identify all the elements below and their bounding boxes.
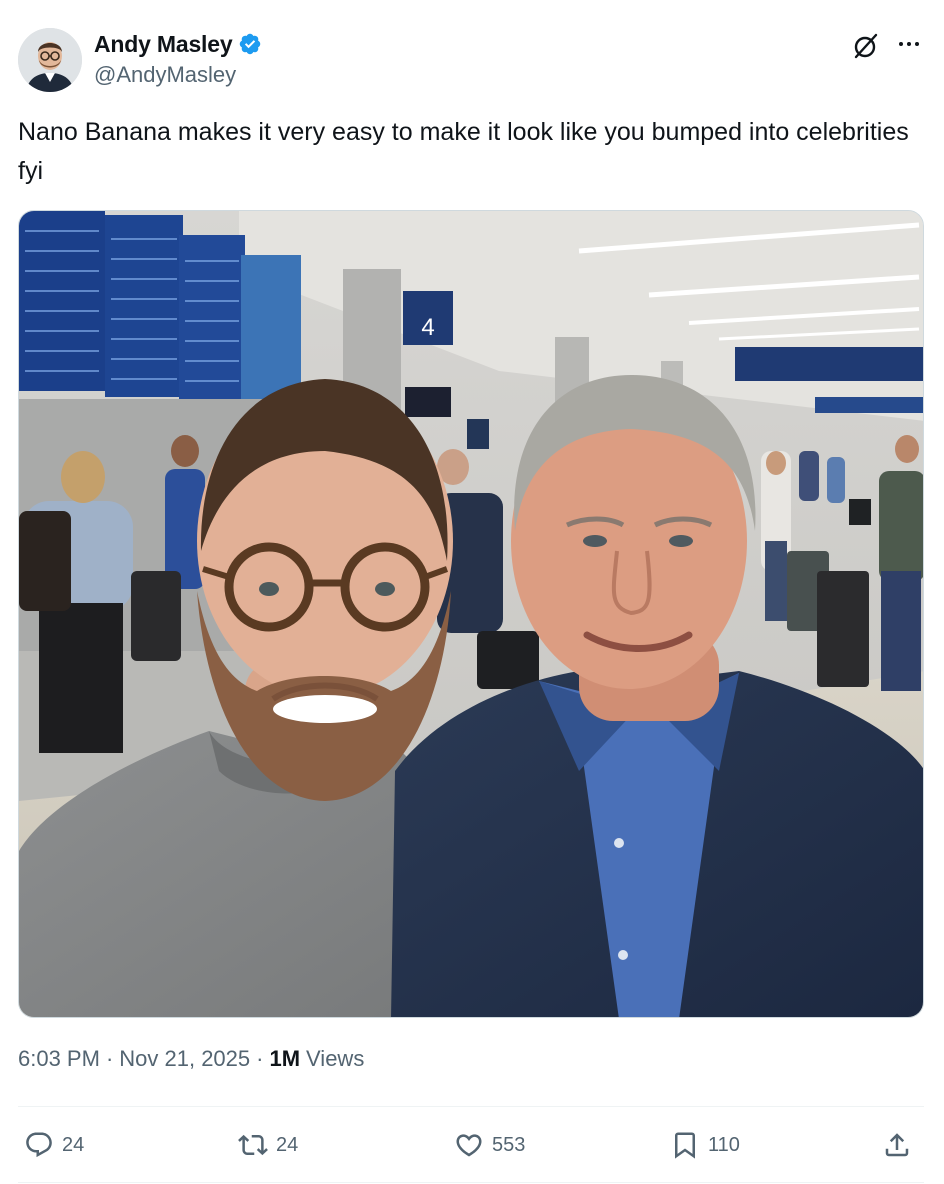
gate-sign-number: 4 xyxy=(421,314,434,341)
tweet-image[interactable]: 4 xyxy=(18,210,924,1018)
tweet-header: Andy Masley @AndyMasley xyxy=(18,26,926,94)
handle[interactable]: @AndyMasley xyxy=(94,62,262,88)
bookmark-count: 110 xyxy=(708,1133,740,1156)
reply-button[interactable]: 24 xyxy=(24,1124,84,1166)
display-name-row: Andy Masley xyxy=(94,30,262,58)
views-label: Views xyxy=(306,1046,365,1071)
share-button[interactable] xyxy=(882,1124,912,1166)
display-name[interactable]: Andy Masley xyxy=(94,31,233,58)
more-dot xyxy=(899,42,903,46)
bookmark-icon xyxy=(675,1132,695,1159)
share-icon xyxy=(885,1133,909,1157)
bookmark-button[interactable]: 110 xyxy=(670,1124,740,1166)
divider xyxy=(18,1106,924,1107)
retweet-count: 24 xyxy=(276,1133,299,1156)
author-names: Andy Masley @AndyMasley xyxy=(94,30,262,88)
tweet-text: Nano Banana makes it very easy to make i… xyxy=(18,118,909,185)
like-icon xyxy=(456,1134,482,1157)
airport-selfie-image: 4 xyxy=(19,211,923,1017)
divider xyxy=(18,1182,924,1183)
grok-icon[interactable] xyxy=(852,32,880,60)
tweet-meta: 6:03 PM · Nov 21, 2025 · 1M Views xyxy=(18,1046,364,1072)
more-dot xyxy=(907,42,911,46)
meta-separator: · xyxy=(105,1046,114,1071)
like-button[interactable]: 553 xyxy=(454,1124,525,1166)
views-count: 1M xyxy=(269,1046,301,1071)
reply-icon xyxy=(26,1132,52,1158)
meta-separator: · xyxy=(256,1046,264,1071)
verified-badge-icon[interactable] xyxy=(238,32,262,56)
retweet-icon xyxy=(238,1134,268,1156)
tweet-actions: 24 24 553 110 xyxy=(18,1124,924,1166)
like-count: 553 xyxy=(492,1133,526,1156)
tweet-time[interactable]: 6:03 PM xyxy=(18,1046,100,1072)
avatar[interactable] xyxy=(18,28,82,92)
reply-count: 24 xyxy=(62,1133,85,1156)
retweet-button[interactable]: 24 xyxy=(238,1124,298,1166)
more-dot xyxy=(915,42,919,46)
tweet-date[interactable]: Nov 21, 2025 xyxy=(119,1046,250,1072)
more-icon[interactable] xyxy=(894,32,924,56)
